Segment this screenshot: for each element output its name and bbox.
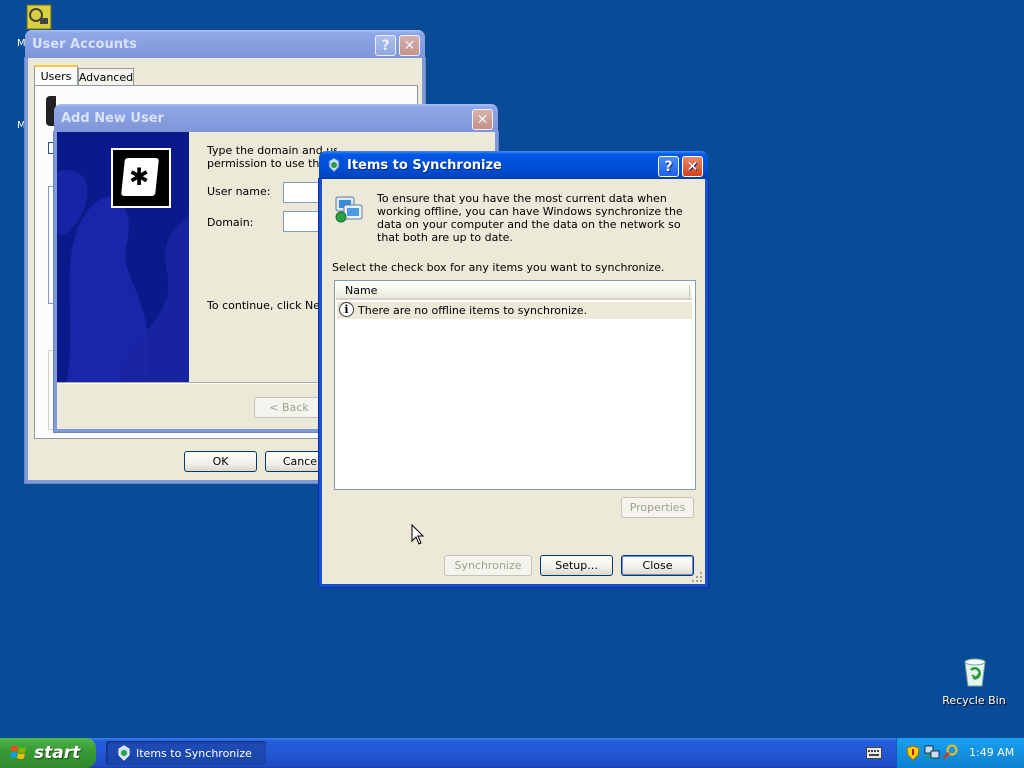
- close-icon: ✕: [476, 111, 489, 128]
- items-to-synchronize-window: Items to Synchronize ? ✕ To ensure that …: [319, 151, 708, 587]
- recycle-bin-label: Recycle Bin: [942, 694, 1006, 707]
- mouse-cursor-icon: [411, 524, 425, 545]
- properties-label: Properties: [629, 501, 686, 514]
- properties-button[interactable]: Properties: [621, 497, 694, 518]
- recycle-bin-icon: [964, 658, 986, 687]
- username-label: User name:: [207, 185, 271, 198]
- synchronize-label: Synchronize: [454, 559, 522, 572]
- sync-title-icon: [328, 157, 340, 173]
- close-button[interactable]: ✕: [472, 109, 493, 130]
- close-button[interactable]: ✕: [399, 35, 420, 56]
- column-header-label: Name: [345, 284, 378, 297]
- empty-message: There are no offline items to synchroniz…: [358, 304, 588, 317]
- network-setup-icon: [26, 4, 52, 30]
- add-new-user-titlebar[interactable]: Add New User ✕: [54, 104, 498, 132]
- help-button[interactable]: ?: [375, 35, 396, 56]
- continue-text: To continue, click Next.: [207, 299, 335, 312]
- sync-task-icon: [118, 745, 130, 761]
- resize-grip-icon[interactable]: [691, 571, 703, 583]
- security-shield-icon[interactable]: [906, 745, 920, 761]
- cancel-label: Cancel: [282, 455, 321, 468]
- column-header-name[interactable]: Name: [336, 282, 692, 300]
- help-icon: ?: [664, 158, 673, 175]
- items-list[interactable]: Name i There are no offline items to syn…: [334, 280, 696, 490]
- user-accounts-title: User Accounts: [32, 36, 137, 52]
- ok-label: OK: [212, 455, 229, 468]
- info-icon: i: [339, 302, 354, 317]
- search-icon[interactable]: [943, 744, 959, 760]
- help-button[interactable]: ?: [658, 156, 679, 177]
- intro-line-2: permission to use this co: [207, 157, 337, 170]
- tab-advanced[interactable]: Advanced: [78, 68, 134, 85]
- help-icon: ?: [381, 37, 390, 54]
- sync-title: Items to Synchronize: [347, 157, 502, 173]
- desktop-icon-fragment-1: M: [17, 38, 26, 49]
- keyboard-icon[interactable]: [866, 747, 882, 759]
- close-dialog-label: Close: [642, 559, 673, 572]
- start-button[interactable]: start: [0, 738, 96, 768]
- windows-logo-icon: [10, 746, 26, 759]
- desktop-icon-topleft[interactable]: [26, 4, 52, 30]
- sync-description: To ensure that you have the most current…: [377, 192, 683, 244]
- close-dialog-button[interactable]: Close: [621, 555, 694, 576]
- sync-computers-icon: [335, 196, 363, 223]
- tab-users[interactable]: Users: [34, 65, 78, 85]
- list-item[interactable]: i There are no offline items to synchron…: [337, 302, 692, 319]
- key-icon: ✱: [111, 148, 171, 208]
- network-icon[interactable]: [924, 744, 940, 760]
- tab-users-label: Users: [40, 69, 72, 83]
- taskbar: start Items to Synchronize 1:49 AM: [0, 738, 1024, 768]
- start-label: start: [34, 743, 81, 763]
- task-label: Items to Synchronize: [136, 746, 252, 760]
- domain-field[interactable]: [283, 211, 323, 232]
- domain-label: Domain:: [207, 216, 254, 229]
- close-button[interactable]: ✕: [682, 156, 703, 177]
- synchronize-button[interactable]: Synchronize: [444, 555, 532, 576]
- system-tray: 1:49 AM: [896, 738, 1024, 768]
- username-field[interactable]: [283, 182, 323, 203]
- setup-button[interactable]: Setup...: [540, 555, 613, 576]
- recycle-bin[interactable]: Recycle Bin: [940, 656, 1008, 712]
- close-icon: ✕: [403, 37, 416, 54]
- back-label: < Back: [269, 401, 309, 414]
- intro-text: Type the domain and user name of a user …: [207, 144, 337, 170]
- tab-advanced-label: Advanced: [78, 70, 134, 84]
- sync-titlebar[interactable]: Items to Synchronize ? ✕: [319, 151, 708, 179]
- sync-instruction: Select the check box for any items you w…: [332, 261, 665, 274]
- back-button[interactable]: < Back: [254, 397, 324, 418]
- intro-line-1: Type the domain and user name of a user …: [207, 144, 337, 157]
- taskbar-item-items-to-synchronize[interactable]: Items to Synchronize: [106, 741, 266, 765]
- clock[interactable]: 1:49 AM: [969, 746, 1014, 759]
- ok-button[interactable]: OK: [184, 451, 257, 472]
- setup-label: Setup...: [555, 559, 598, 572]
- close-icon: ✕: [686, 158, 699, 175]
- desktop-icon-fragment-2: M: [17, 120, 26, 131]
- add-new-user-title: Add New User: [61, 110, 164, 126]
- user-accounts-titlebar[interactable]: User Accounts ? ✕: [25, 30, 425, 58]
- wizard-banner: ✱: [57, 132, 189, 382]
